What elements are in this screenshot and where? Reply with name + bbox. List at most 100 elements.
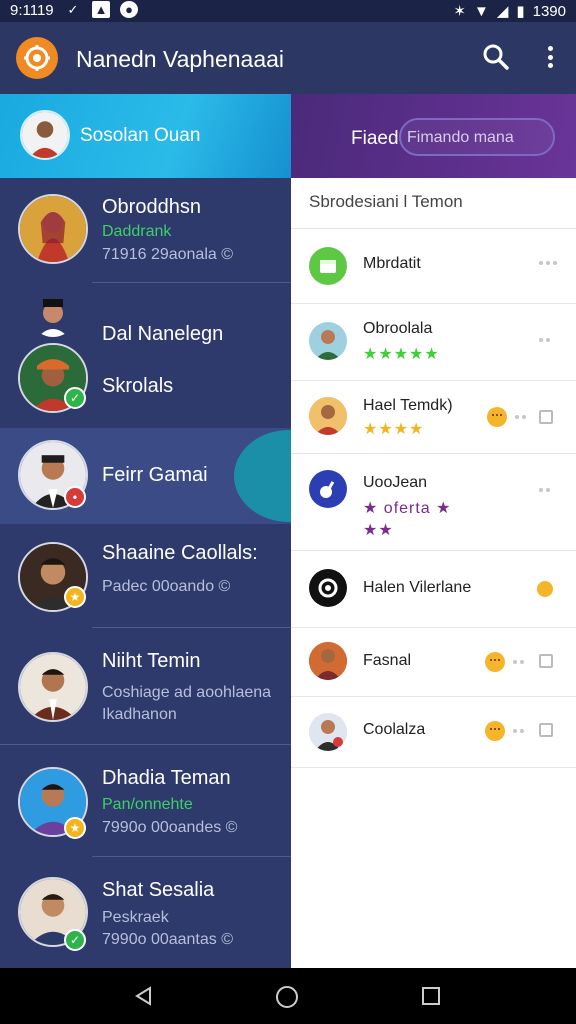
guitar-icon [309,470,347,508]
contact-item[interactable]: ★ Dhadia Teman Pan/onnehte 7990o 00oande… [0,745,291,863]
more-options-icon[interactable] [540,43,560,71]
app-bar: Nanedn Vaphenaaai [0,22,576,94]
filter-pill[interactable]: Fimando mana [399,118,555,156]
recents-icon[interactable] [422,987,440,1005]
item-avatar [309,642,347,680]
panel-heading: Sbrodesiani l Temon [309,192,463,211]
right-header: Fiaed Fimando mana [291,94,576,178]
contact-name: Dal Nanelegn [102,323,224,345]
panel-item[interactable]: Coolalza [291,697,576,768]
contact-name: Shaaine Caollals: [102,542,258,564]
signal-icon: ◢ [496,3,509,20]
more-dots-icon[interactable] [513,660,524,664]
wifi-icon: ▼ [473,2,489,20]
contact-avatar [18,652,88,722]
alert-dot-icon [537,581,553,597]
drag-handle-icon[interactable] [539,488,550,492]
bluetooth-icon: ✶ [453,3,466,20]
contact-item[interactable]: Niiht Temin Coshiage ad aoohlaena Ikadha… [0,628,291,744]
item-avatar [309,322,347,360]
contact-meta: Padec 00oando © [102,578,231,595]
contact-meta: 7990o 00aantas © [102,931,234,948]
verified-badge-icon: ✓ [64,929,86,951]
drag-handle-icon[interactable] [539,261,557,265]
panel-item-name: Halen Vilerlane [363,579,472,596]
notification-badge-icon: • [64,486,86,508]
panel-item[interactable]: Halen Vilerlane [291,551,576,628]
contact-name: Niiht Temin [102,650,201,672]
lock-icon[interactable] [539,410,553,424]
star-badge-icon: ★ [64,817,86,839]
panel-item[interactable]: Obroolala ★★★★★ [291,304,576,381]
panel-item[interactable]: Hael Temdk) ★★★★ [291,381,576,454]
panel-item-name: Obroolala [363,320,433,337]
filter-pill-label: Fimando mana [407,129,514,146]
panel-item-name: Hael Temdk) [363,397,453,414]
contact-meta: 71916 29aonala © [102,246,234,263]
panel-item-name: UooJean [363,474,428,491]
drag-handle-icon[interactable] [539,338,550,342]
calendar-icon [309,247,347,285]
item-avatar [309,397,347,435]
rating-stars: ★★★★★ [363,346,440,363]
profile-header[interactable]: Sosolan Ouan [0,94,291,178]
contact-meta: 7990o 00oandes © [102,819,238,836]
location-icon: ● [120,1,138,18]
contact-status: Coshiage ad aoohlaena [102,684,272,701]
status-time: 9:1119 [10,2,54,19]
battery-icon: ▮ [516,3,525,20]
status-notification-icons: ✓ ▲ ● [64,1,138,18]
app-title: Nanedn Vaphenaaai [76,46,285,72]
status-system-icons: ✶ ▼ ◢ ▮ 1390 [453,2,566,21]
emoji-icon[interactable] [487,407,507,427]
search-icon[interactable] [482,43,510,71]
lock-icon[interactable] [539,654,553,668]
panel-item[interactable]: UooJean ★ oferta ★ ★★ [291,454,576,551]
contact-name: Shat Sesalia [102,879,215,901]
contact-status: Peskraek [102,909,169,926]
contact-item[interactable]: Obroddhsn Daddrank 71916 29aonala © [0,178,291,282]
contact-status-secondary: Ikadhanon [102,706,177,723]
contact-status: Pan/onnehte [102,796,193,813]
item-avatar [309,713,347,751]
panel-item-name: Coolalza [363,721,426,738]
verified-badge-icon: ✓ [64,387,86,409]
contact-status: Daddrank [102,223,172,240]
emoji-icon[interactable] [485,721,505,741]
home-icon[interactable] [276,986,298,1008]
status-bar: 9:1119 ✓ ▲ ● ✶ ▼ ◢ ▮ 1390 [0,0,576,22]
status-clock: 1390 [532,2,566,20]
navigation-bar [0,968,576,1024]
contacts-list: Sosolan Ouan Obroddhsn Daddrank 71916 29… [0,94,291,968]
camera-icon [309,569,347,607]
profile-name: Sosolan Ouan [80,125,201,146]
contact-item[interactable]: • Feirr Gamai [0,428,291,524]
right-header-label: Fiaed [351,128,399,149]
more-dots-icon[interactable] [513,729,524,733]
contact-item[interactable]: ✓ Shat Sesalia Peskraek 7990o 00aantas © [0,857,291,967]
lock-icon[interactable] [539,723,553,737]
more-dots-icon[interactable] [515,415,526,419]
panel-item-name: Fasnal [363,652,412,669]
message-icon: ▲ [92,1,110,18]
rating-stars: ★★★★ [363,421,425,438]
divider [291,767,576,768]
panel-item[interactable]: Fasnal [291,628,576,697]
contact-item[interactable]: ✓ Dal Nanelegn Skrolals [0,283,291,428]
panel-item-name: Mbrdatit [363,255,421,272]
contact-item[interactable]: ★ Shaaine Caollals: Padec 00oando © [0,526,291,626]
contact-name: Obroddhsn [102,196,201,218]
rating-stars-secondary: ★★ [363,522,394,539]
shield-check-icon: ✓ [67,1,79,17]
panel-item[interactable]: Mbrdatit [291,229,576,304]
profile-avatar [20,110,70,160]
emoji-icon[interactable] [485,652,505,672]
rating-stars: ★ oferta ★ [363,500,452,517]
star-badge-icon: ★ [64,586,86,608]
contact-name-secondary: Skrolals [102,375,174,397]
contact-name: Dhadia Teman [102,767,231,789]
contact-avatar [18,194,88,264]
app-logo-icon[interactable] [16,37,58,79]
back-icon[interactable] [134,986,154,1006]
contact-avatar [30,291,76,337]
